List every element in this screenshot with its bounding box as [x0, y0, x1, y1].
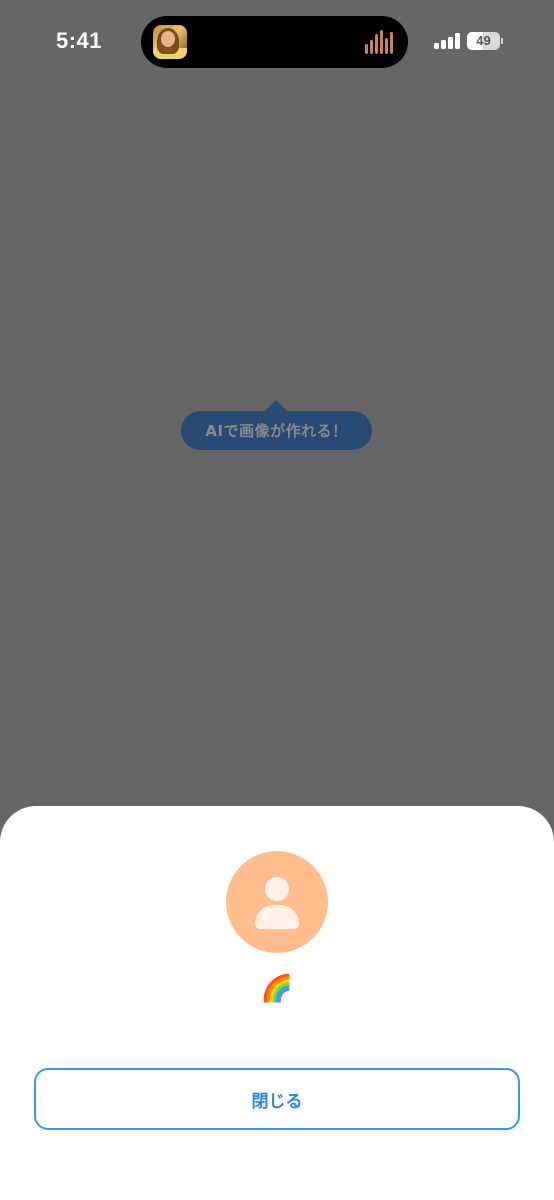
close-button[interactable]: 閉じる	[34, 1068, 520, 1130]
battery-icon: 49	[467, 32, 503, 50]
profile-sheet: 🌈 閉じる	[0, 806, 554, 1200]
person-icon-head	[265, 877, 289, 901]
avatar	[226, 851, 328, 953]
status-bar: 5:41 49	[0, 0, 554, 90]
dynamic-island[interactable]	[141, 16, 408, 68]
status-time: 5:41	[56, 28, 103, 53]
battery-level: 49	[476, 33, 491, 48]
ai-image-tooltip: AIで画像が作れる！	[181, 411, 372, 450]
tooltip-arrow	[265, 400, 287, 411]
audio-waveform-icon	[365, 30, 395, 54]
user-name: 🌈	[260, 974, 294, 1004]
person-icon-body	[255, 905, 299, 929]
cellular-signal-icon	[434, 33, 460, 49]
album-art-icon[interactable]	[153, 25, 187, 59]
